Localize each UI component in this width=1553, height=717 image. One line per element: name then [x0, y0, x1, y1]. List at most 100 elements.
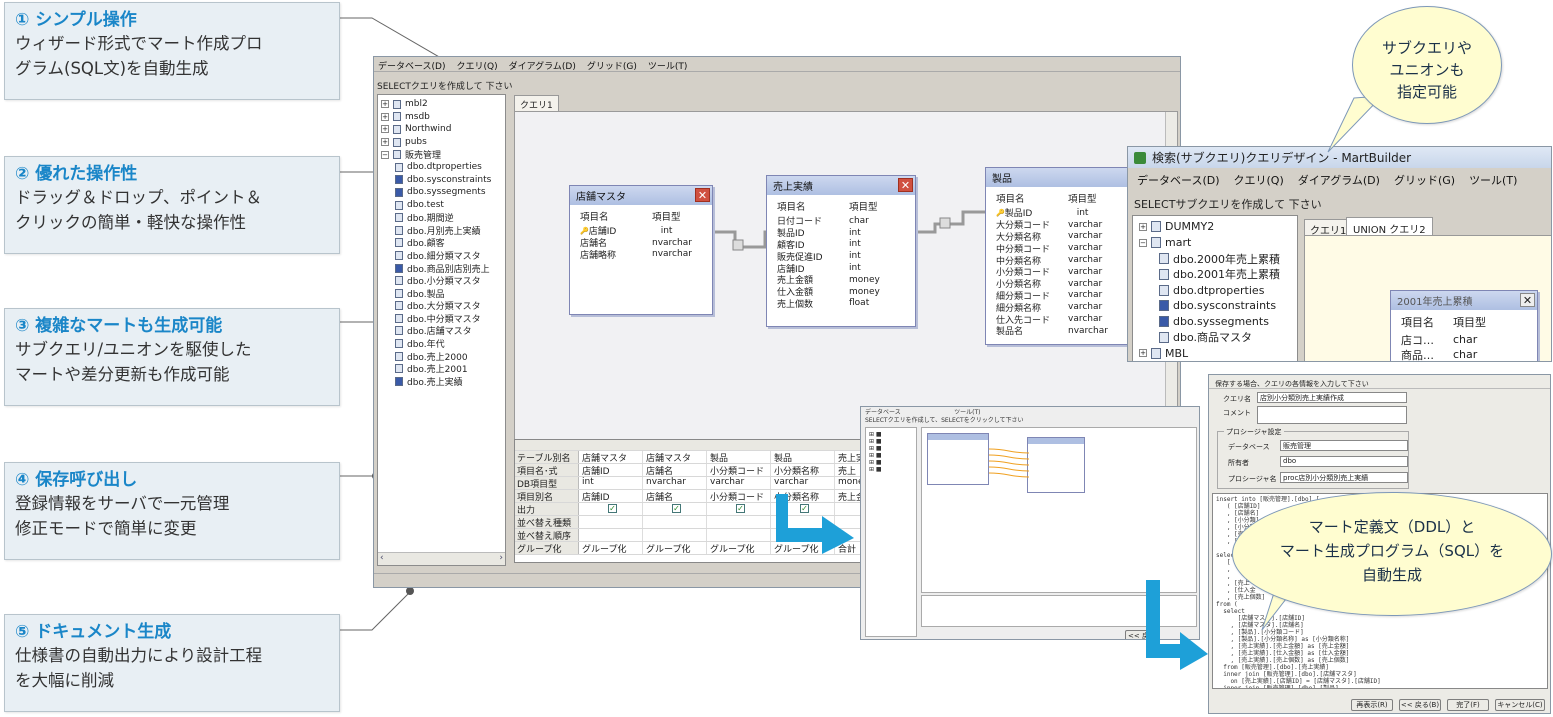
database-select[interactable]: 販売管理 [1280, 440, 1408, 451]
tree-item[interactable]: dbo.2001年売上累積 [1139, 266, 1297, 282]
table-field-row[interactable]: 🔑 製品ID int [986, 207, 1134, 220]
table-field-row[interactable]: 仕入先コード varchar [986, 313, 1134, 326]
table-field-row[interactable]: 日付コード char [767, 215, 915, 228]
close-icon[interactable]: ✕ [898, 178, 913, 192]
tree-item[interactable]: + mbl2 [381, 98, 505, 111]
owner-select[interactable]: dbo [1280, 456, 1408, 467]
table-field-row[interactable]: 🔑 店舗ID int [570, 225, 712, 238]
tree-item[interactable]: dbo.商品マスタ [1139, 330, 1297, 346]
tree-item[interactable]: dbo.小分類マスタ [381, 274, 505, 287]
mini-tree[interactable]: ⊞ ■ ⊞ ■ ⊞ ■ ⊞ ■ ⊞ ■ ⊞ ■ [865, 427, 917, 637]
close-icon[interactable]: ✕ [695, 188, 710, 202]
table-field-row[interactable]: 中分類名称 varchar [986, 254, 1134, 267]
grid-cell[interactable]: 製品 [771, 451, 835, 463]
grid-cell[interactable]: グループ化 [707, 542, 771, 554]
tree-item[interactable]: − 販売管理 [381, 148, 505, 161]
tree-item[interactable]: dbo.顧客 [381, 237, 505, 249]
table-field-row[interactable]: 店舗名 nvarchar [570, 237, 712, 250]
grid-cell[interactable]: varchar [707, 477, 771, 489]
tree-item[interactable]: dbo.売上実績 [381, 375, 505, 388]
grid-cell[interactable]: 小分類コード [707, 464, 771, 476]
back-button[interactable]: << 戻る(B) [1399, 699, 1441, 711]
table-field-row[interactable]: 製品ID int [767, 227, 915, 240]
query-name-input[interactable]: 店別小分類別売上実績作成 [1257, 392, 1407, 403]
tree-item[interactable]: dbo.年代 [381, 337, 505, 350]
table-card-sales-actual[interactable]: 売上実績 ✕ 項目名 項目型 日付コード char 製品ID int 顧客ID int 販売促進… [766, 175, 916, 327]
table-field-row[interactable]: 販売促進ID int [767, 250, 915, 263]
tree-item[interactable]: + DUMMY2 [1139, 219, 1297, 235]
scroll-right-icon[interactable]: › [499, 553, 503, 563]
tree-item[interactable]: dbo.売上2000 [381, 350, 505, 363]
tree-item[interactable]: dbo.月別売上実績 [381, 224, 505, 237]
tree-item[interactable]: dbo.店舗マスタ [381, 325, 505, 337]
tree-item[interactable]: dbo.製品 [381, 287, 505, 300]
table-field-row[interactable]: 大分類コード varchar [986, 219, 1134, 232]
grid-cell[interactable] [579, 516, 643, 528]
procedure-name-input[interactable]: proc店別小分類別売上実績 [1280, 472, 1408, 483]
expand-icon[interactable]: + [381, 100, 389, 109]
tree-item[interactable]: dbo.dtproperties [381, 161, 505, 174]
output-checkbox[interactable]: ✓ [672, 504, 681, 513]
expand-icon[interactable]: + [381, 125, 389, 134]
table-field-row[interactable]: 大分類名称 varchar [986, 231, 1134, 243]
tree-item[interactable]: dbo.sysconstraints [381, 174, 505, 187]
collapse-icon[interactable]: − [381, 150, 389, 159]
tree-item[interactable]: + Northwind [381, 123, 505, 136]
comment-input[interactable] [1257, 406, 1407, 424]
expand-icon[interactable]: + [381, 112, 389, 121]
tree-item[interactable]: dbo.dtproperties [1139, 282, 1297, 298]
grid-cell[interactable]: グループ化 [579, 542, 643, 554]
tree-item[interactable]: − mart [1139, 235, 1297, 251]
grid-cell[interactable]: 店舗マスタ [643, 451, 707, 463]
table-field-row[interactable]: 顧客ID int [767, 239, 915, 251]
menu-grid[interactable]: グリッド(G) [1394, 172, 1455, 188]
tree-item[interactable]: dbo.期間逆 [381, 211, 505, 224]
table-field-row[interactable]: 小分類名称 varchar [986, 278, 1134, 291]
scroll-left-icon[interactable]: ‹ [380, 553, 384, 563]
table-field-row[interactable]: 店舗略称 nvarchar [570, 249, 712, 261]
tree-item[interactable]: + msdb [381, 111, 505, 124]
grid-cell[interactable] [643, 516, 707, 528]
grid-cell[interactable]: 店舗名 [643, 464, 707, 476]
tree-item[interactable]: dbo.2000年売上累積 [1139, 251, 1297, 267]
table-field-row[interactable]: 仕入金額 money [767, 286, 915, 299]
grid-cell[interactable]: 店舗名 [643, 490, 707, 502]
table-field-row[interactable]: 売上金額 money [767, 274, 915, 287]
collapse-icon[interactable]: − [1139, 238, 1147, 247]
grid-cell[interactable]: 小分類コード [707, 490, 771, 502]
grid-cell[interactable] [643, 529, 707, 541]
database-tree[interactable]: + mbl2 + msdb + Northwind + pubs − 販売管理 dbo.dtprop… [377, 94, 506, 566]
tree-item[interactable]: dbo.test [381, 199, 505, 212]
tree-item[interactable]: dbo.大分類マスタ [381, 300, 505, 312]
table-field-row[interactable]: 中分類コード varchar [986, 242, 1134, 255]
grid-cell[interactable]: nvarchar [643, 477, 707, 489]
grid-cell[interactable]: ✓ [643, 503, 707, 515]
grid-cell[interactable] [707, 529, 771, 541]
table-field-row[interactable]: 製品名 nvarchar [986, 325, 1134, 338]
expand-icon[interactable]: + [1139, 222, 1147, 231]
table-card-store-master[interactable]: 店舗マスタ ✕ 項目名 項目型 🔑 店舗ID int 店舗名 nvarchar 店舗略称 nva… [569, 185, 713, 315]
output-checkbox[interactable]: ✓ [608, 504, 617, 513]
tree-item[interactable]: dbo.売上2001 [381, 362, 505, 375]
output-checkbox[interactable]: ✓ [736, 504, 745, 513]
mini-menu-tools[interactable]: ツール(T) [954, 409, 980, 416]
table-card-product[interactable]: 製品 項目名 項目型 🔑 製品ID int 大分類コード varchar 大分類名称 varc… [985, 167, 1135, 345]
database-tree[interactable]: + DUMMY2− mart dbo.2000年売上累積 dbo.2001年売上累積 db… [1132, 215, 1298, 361]
tree-item[interactable]: + pubs [381, 136, 505, 149]
grid-cell[interactable] [579, 529, 643, 541]
table-field-row[interactable]: 細分類コード varchar [986, 290, 1134, 302]
tree-item[interactable]: dbo.商品別店別売上 [381, 262, 505, 275]
grid-cell[interactable]: 店舗ID [579, 490, 643, 502]
expand-icon[interactable]: + [1139, 349, 1147, 358]
menu-query[interactable]: クエリ(Q) [1234, 172, 1284, 188]
table-card-2001-sales[interactable]: 2001年売上累積 ✕ 項目名 項目型 店コ… char 商品… char [1390, 290, 1538, 361]
menu-database[interactable]: データベース(D) [1137, 172, 1220, 188]
menu-tools[interactable]: ツール(T) [1469, 172, 1517, 188]
cancel-button[interactable]: キャンセル(C) [1495, 699, 1545, 711]
grid-cell[interactable] [707, 516, 771, 528]
tree-item[interactable]: dbo.中分類マスタ [381, 312, 505, 325]
tree-item[interactable]: dbo.syssegments [381, 186, 505, 199]
tree-item[interactable]: dbo.細分類マスタ [381, 249, 505, 262]
tree-item[interactable]: dbo.syssegments [1139, 314, 1297, 330]
grid-cell[interactable]: int [579, 477, 643, 489]
